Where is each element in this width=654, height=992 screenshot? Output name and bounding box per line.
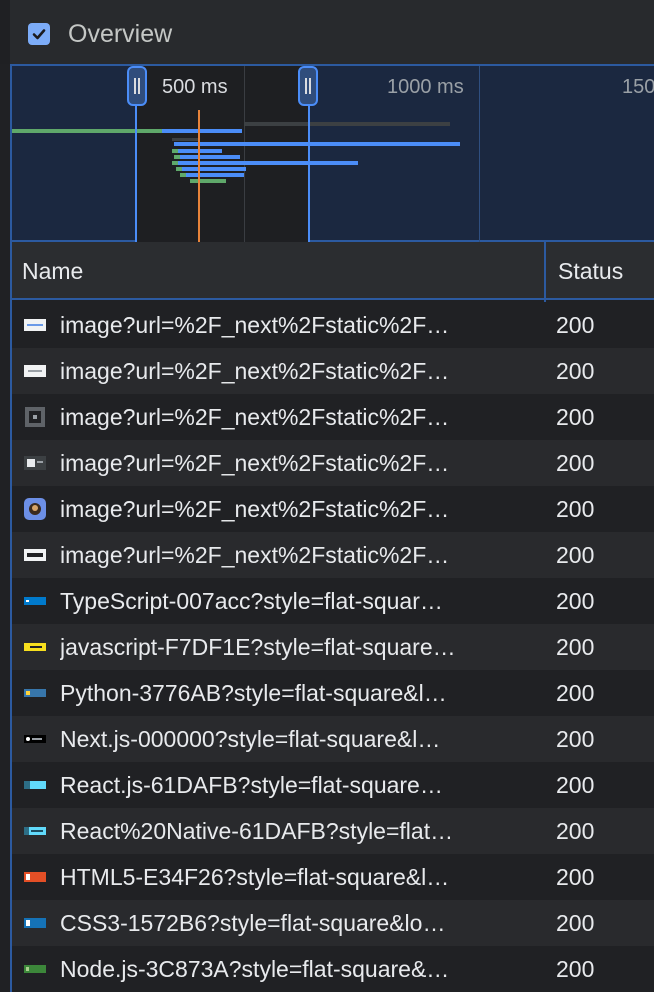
timeline-right-handle[interactable] (298, 66, 318, 106)
timeline-bar (176, 167, 182, 171)
table-header: Name Status (10, 242, 654, 300)
timeline-waterfall-bars (12, 110, 460, 242)
request-status: 200 (556, 358, 595, 384)
request-list: image?url=%2F_next%2Fstatic%2F… 200 imag… (12, 302, 654, 992)
request-name: image?url=%2F_next%2Fstatic%2F… (60, 312, 450, 338)
timeline-bar (162, 129, 242, 133)
table-row[interactable]: image?url=%2F_next%2Fstatic%2F… 200 (12, 486, 654, 532)
request-name: image?url=%2F_next%2Fstatic%2F… (60, 450, 450, 476)
request-status: 200 (556, 588, 595, 614)
request-status: 200 (556, 542, 595, 568)
timeline-dom-content-loaded-marker (198, 110, 200, 242)
request-status: 200 (556, 818, 595, 844)
table-row[interactable]: image?url=%2F_next%2Fstatic%2F… 200 (12, 532, 654, 578)
request-name: React.js-61DAFB?style=flat-square… (60, 772, 443, 798)
request-name: React%20Native-61DAFB?style=flat… (60, 818, 454, 844)
request-status: 200 (556, 956, 595, 982)
request-status: 200 (556, 772, 595, 798)
table-row[interactable]: image?url=%2F_next%2Fstatic%2F… 200 (12, 302, 654, 348)
request-name: HTML5-E34F26?style=flat-square&l… (60, 864, 450, 890)
table-row[interactable]: image?url=%2F_next%2Fstatic%2F… 200 (12, 440, 654, 486)
timeline-overview[interactable]: 500 ms 1000 ms 150 (10, 64, 654, 242)
checkmark-icon (32, 29, 46, 40)
badge-nextjs-icon (24, 730, 46, 748)
request-name: Python-3776AB?style=flat-square&l… (60, 680, 447, 706)
grip-icon (305, 78, 311, 94)
request-status: 200 (556, 680, 595, 706)
request-status: 200 (556, 726, 595, 752)
network-panel: Overview 500 ms 1000 ms 150 Name Status … (0, 0, 654, 992)
badge-css3-icon (24, 914, 46, 932)
timeline-bar (172, 149, 178, 153)
request-status: 200 (556, 864, 595, 890)
timeline-bar (180, 173, 186, 177)
request-name: image?url=%2F_next%2Fstatic%2F… (60, 358, 450, 384)
timeline-left-handle[interactable] (127, 66, 147, 106)
badge-python-icon (24, 684, 46, 702)
timeline-bar (182, 167, 246, 171)
request-status: 200 (556, 404, 595, 430)
column-header-name[interactable]: Name (22, 258, 83, 285)
image-thumb-avatar-icon (24, 498, 46, 520)
badge-html5-icon (24, 868, 46, 886)
table-row[interactable]: image?url=%2F_next%2Fstatic%2F… 200 (12, 394, 654, 440)
table-row[interactable]: HTML5-E34F26?style=flat-square&l… 200 (12, 854, 654, 900)
timeline-bar (178, 161, 358, 165)
request-status: 200 (556, 312, 595, 338)
image-thumb-white-dark-icon (24, 546, 46, 564)
badge-nodejs-icon (24, 960, 46, 978)
timeline-bar (244, 122, 450, 126)
table-row[interactable]: TypeScript-007acc?style=flat-squar… 200 (12, 578, 654, 624)
badge-javascript-icon (24, 638, 46, 656)
timeline-left-handle-line (135, 106, 137, 242)
timeline-bar (12, 129, 162, 133)
table-row[interactable]: javascript-F7DF1E?style=flat-square… 200 (12, 624, 654, 670)
request-name: javascript-F7DF1E?style=flat-square… (60, 634, 456, 660)
timeline-bar (174, 142, 460, 146)
request-name: Node.js-3C873A?style=flat-square&… (60, 956, 450, 982)
timeline-bar (172, 138, 200, 141)
image-thumb-gray-icon (24, 454, 46, 472)
table-row[interactable]: React.js-61DAFB?style=flat-square… 200 (12, 762, 654, 808)
timeline-bar (172, 161, 178, 165)
timeline-bar (190, 179, 226, 183)
table-row[interactable]: Python-3776AB?style=flat-square&l… 200 (12, 670, 654, 716)
column-header-status[interactable]: Status (558, 258, 623, 285)
timeline-bar (180, 155, 240, 159)
badge-react-icon (24, 776, 46, 794)
request-name: TypeScript-007acc?style=flat-squar… (60, 588, 443, 614)
request-name: image?url=%2F_next%2Fstatic%2F… (60, 542, 450, 568)
image-thumb-white-blue-icon (24, 316, 46, 334)
table-row[interactable]: React%20Native-61DAFB?style=flat… 200 (12, 808, 654, 854)
overview-toggle-bar: Overview (0, 0, 654, 64)
overview-checkbox[interactable] (28, 23, 50, 45)
request-status: 200 (556, 910, 595, 936)
image-thumb-white-icon (24, 362, 46, 380)
request-name: image?url=%2F_next%2Fstatic%2F… (60, 496, 450, 522)
request-name: image?url=%2F_next%2Fstatic%2F… (60, 404, 450, 430)
image-thumb-dark-icon (24, 407, 46, 427)
table-row[interactable]: Node.js-3C873A?style=flat-square&… 200 (12, 946, 654, 992)
request-status: 200 (556, 634, 595, 660)
badge-typescript-icon (24, 592, 46, 610)
timeline-right-handle-line (308, 106, 310, 242)
request-name: Next.js-000000?style=flat-square&l… (60, 726, 441, 752)
timeline-bar (186, 173, 244, 177)
table-row[interactable]: CSS3-1572B6?style=flat-square&lo… 200 (12, 900, 654, 946)
table-row[interactable]: image?url=%2F_next%2Fstatic%2F… 200 (12, 348, 654, 394)
request-name: CSS3-1572B6?style=flat-square&lo… (60, 910, 446, 936)
grip-icon (134, 78, 140, 94)
table-row[interactable]: Next.js-000000?style=flat-square&l… 200 (12, 716, 654, 762)
request-status: 200 (556, 496, 595, 522)
request-status: 200 (556, 450, 595, 476)
timeline-bar (174, 155, 180, 159)
overview-label: Overview (68, 20, 173, 48)
badge-react-native-icon (24, 822, 46, 840)
